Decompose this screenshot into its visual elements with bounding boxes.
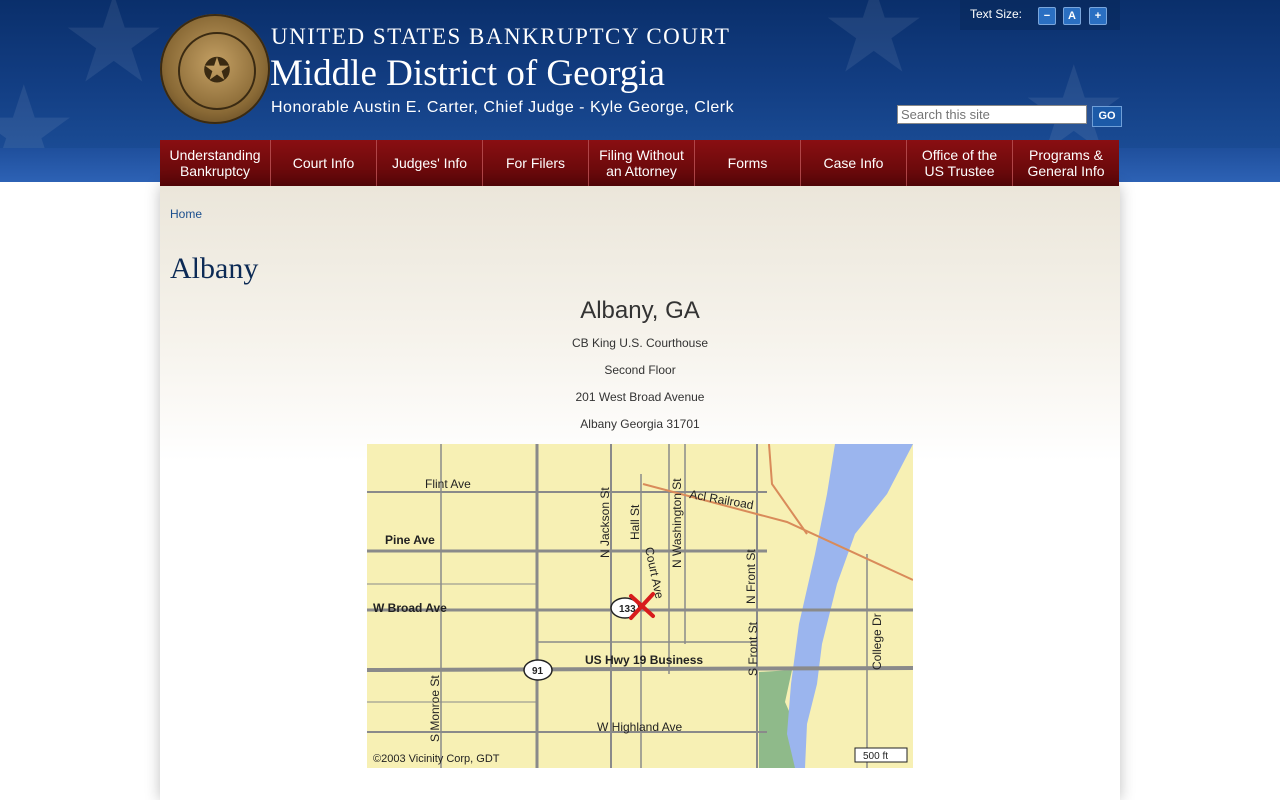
search-input[interactable] [897,105,1087,124]
search-go-button[interactable]: GO [1092,106,1122,127]
location-map: Flint Ave Pine Ave W Broad Ave US Hwy 19… [367,444,913,768]
address-line: 201 West Broad Avenue [575,390,705,404]
map-label: W Highland Ave [597,720,682,734]
reset-text-button[interactable]: A [1063,7,1081,25]
address-line: Albany Georgia 31701 [580,417,700,431]
nav-for-filers[interactable]: For Filers [483,140,589,186]
map-label: N Washington St [670,478,684,568]
address-line: Second Floor [604,363,676,377]
breadcrumb-home[interactable]: Home [170,207,202,221]
map-scale: 500 ft [863,751,888,762]
court-seal[interactable]: ✪ [160,14,270,124]
text-size-label: Text Size: [970,7,1023,21]
nav-filing-without-attorney[interactable]: Filing Without an Attorney [589,140,695,186]
map-label: S Front St [746,621,760,676]
district-name: Middle District of Georgia [270,53,665,94]
star-decoration: ★ [1020,43,1128,148]
star-decoration: ★ [820,0,928,97]
judges-line: Honorable Austin E. Carter, Chief Judge … [271,99,735,116]
court-name: UNITED STATES BANKRUPTCY COURT [271,24,731,49]
text-size-control: Text Size: − A + [960,0,1120,30]
nav-court-info[interactable]: Court Info [271,140,377,186]
map-label: US Hwy 19 Business [585,653,703,667]
map-label: College Dr [870,613,884,670]
nav-understanding-bankruptcy[interactable]: Understanding Bankruptcy [160,140,271,186]
map-copyright: ©2003 Vicinity Corp, GDT [373,753,500,765]
route-91-label: 91 [532,666,544,677]
decrease-text-button[interactable]: − [1038,7,1056,25]
map-label: S Monroe St [428,675,442,742]
map-label: Pine Ave [385,533,435,547]
map-label: W Broad Ave [373,601,447,615]
nav-case-info[interactable]: Case Info [801,140,907,186]
nav-us-trustee[interactable]: Office of the US Trustee [907,140,1013,186]
address-line: CB King U.S. Courthouse [571,336,709,350]
map-label: N Jackson St [598,487,612,558]
page-title: Albany [170,252,259,285]
map-label: N Front St [744,549,758,604]
nav-programs-general-info[interactable]: Programs & General Info [1013,140,1119,186]
increase-text-button[interactable]: + [1089,7,1107,25]
map-label: Flint Ave [425,477,471,491]
nav-judges-info[interactable]: Judges' Info [377,140,483,186]
eagle-icon: ✪ [178,32,256,110]
main-nav: Understanding Bankruptcy Court Info Judg… [160,140,1120,186]
star-decoration: ★ [0,63,78,148]
map-label: Hall St [628,504,642,540]
nav-forms[interactable]: Forms [695,140,801,186]
location-heading: Albany, GA [580,297,700,324]
